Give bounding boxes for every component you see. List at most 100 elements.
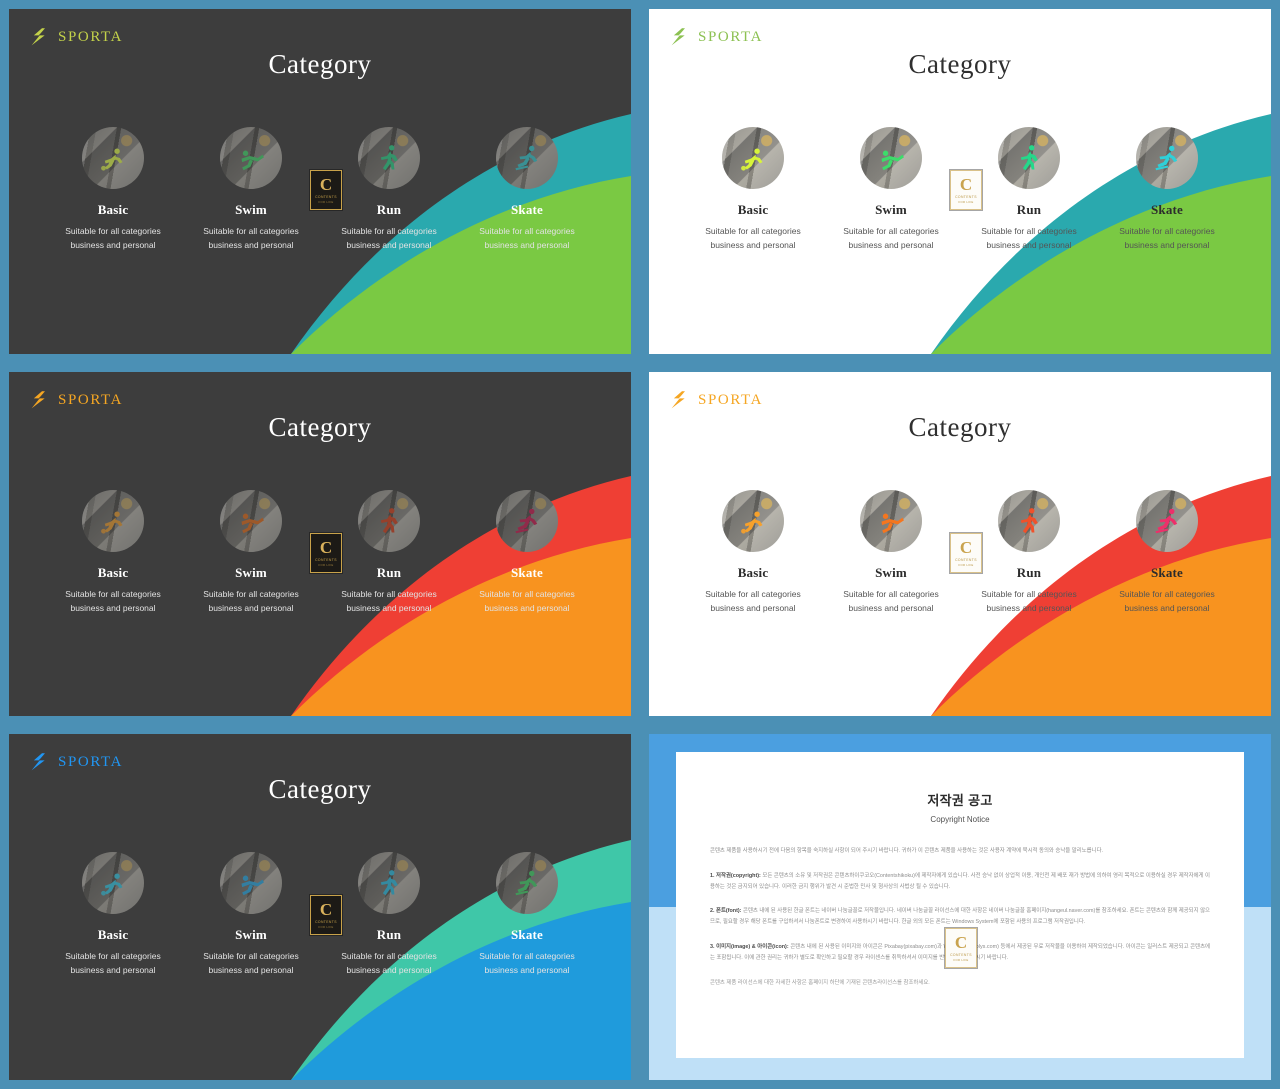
slide-1[interactable]: SPORTA Category Basic Suitable for all c… xyxy=(0,0,640,363)
category-card[interactable]: Run Suitable for all categories business… xyxy=(329,490,449,616)
badge-line2: FOR LIFE xyxy=(958,563,974,567)
slide-2-contents-badge: C CONTENTS FOR LIFE xyxy=(950,170,982,210)
paragraph-text: 콘텐츠 제품 라이선스에 대한 자세한 사항은 홈페이지 하단에 기재된 콘텐츠… xyxy=(710,979,930,986)
card-title: Basic xyxy=(737,565,769,580)
badge-letter: C xyxy=(954,933,968,952)
category-card[interactable]: Swim Suitable for all categories busines… xyxy=(831,127,951,253)
brand-logo[interactable]: SPORTA xyxy=(671,390,763,410)
category-card[interactable]: Run Suitable for all categories business… xyxy=(969,490,1089,616)
brand-name: SPORTA xyxy=(58,391,124,408)
category-card[interactable]: Run Suitable for all categories business… xyxy=(329,852,449,978)
category-card[interactable]: Swim Suitable for all categories busines… xyxy=(191,852,311,978)
card-description: Suitable for all categories business and… xyxy=(479,589,575,613)
slide-2[interactable]: SPORTA Category Basic Suitable for all c… xyxy=(640,0,1280,363)
category-card[interactable]: Basic Suitable for all categories busine… xyxy=(693,490,813,616)
card-description: Suitable for all categories business and… xyxy=(479,951,575,975)
slide-6[interactable]: 저작권 공고 Copyright Notice 콘텐츠 제품을 사용하시기 전에… xyxy=(640,725,1280,1089)
slide-5-contents-badge: C CONTENTS FOR LIFE xyxy=(310,895,342,935)
brand-logo[interactable]: SPORTA xyxy=(31,390,123,410)
paragraph-lead: 1. 저작권(copyright): xyxy=(710,872,761,879)
card-title: Swim xyxy=(235,202,267,217)
card-description: Suitable for all categories business and… xyxy=(705,226,801,250)
card-description: Suitable for all categories business and… xyxy=(65,589,161,613)
slide-title: Category xyxy=(268,49,372,79)
badge-line1: CONTENTS xyxy=(315,195,337,199)
brand-logo[interactable]: SPORTA xyxy=(31,27,123,47)
category-card[interactable]: Skate Suitable for all categories busine… xyxy=(1107,490,1227,616)
card-description: Suitable for all categories business and… xyxy=(341,226,437,250)
card-title: Basic xyxy=(97,927,129,942)
slide-deck-grid: SPORTA Category Basic Suitable for all c… xyxy=(0,0,1280,1089)
card-title: Swim xyxy=(235,927,267,942)
card-title: Run xyxy=(376,565,402,580)
card-title: Skate xyxy=(1150,565,1184,580)
card-title: Basic xyxy=(97,202,129,217)
card-description: Suitable for all categories business and… xyxy=(1119,589,1215,613)
brand-name: SPORTA xyxy=(58,753,124,770)
card-description: Suitable for all categories business and… xyxy=(203,951,299,975)
badge-letter: C xyxy=(959,175,973,194)
slide-title: Category xyxy=(268,412,372,442)
slide-3[interactable]: SPORTA Category Basic Suitable for all c… xyxy=(0,363,640,725)
card-description: Suitable for all categories business and… xyxy=(981,589,1077,613)
runner-circle-image xyxy=(998,127,1060,189)
runner-circle-image xyxy=(358,852,420,914)
category-card[interactable]: Basic Suitable for all categories busine… xyxy=(693,127,813,253)
brand-name: SPORTA xyxy=(58,28,124,45)
badge-letter: C xyxy=(959,538,973,557)
category-card[interactable]: Skate Suitable for all categories busine… xyxy=(467,852,587,978)
category-card[interactable]: Basic Suitable for all categories busine… xyxy=(53,852,173,978)
category-card[interactable]: Run Suitable for all categories business… xyxy=(329,127,449,253)
bolt-icon xyxy=(31,390,49,410)
bolt-icon xyxy=(671,390,689,410)
skater-circle-image xyxy=(496,852,558,914)
badge-letter: C xyxy=(319,175,333,194)
category-card[interactable]: Swim Suitable for all categories busines… xyxy=(831,490,951,616)
category-card[interactable]: Swim Suitable for all categories busines… xyxy=(191,127,311,253)
category-card[interactable]: Run Suitable for all categories business… xyxy=(969,127,1089,253)
card-title: Skate xyxy=(510,202,544,217)
badge-line2: FOR LIFE xyxy=(953,958,969,962)
copyright-document: 저작권 공고 Copyright Notice 콘텐츠 제품을 사용하시기 전에… xyxy=(676,752,1244,1058)
category-card[interactable]: Basic Suitable for all categories busine… xyxy=(53,490,173,616)
paragraph-text: 콘텐츠 내에 된 사용된 한글 폰트는 네이버 나눔글꼴로 저작물입니다. 네이… xyxy=(710,908,1210,926)
copyright-paragraph: 콘텐츠 제품 라이선스에 대한 자세한 사항은 홈페이지 하단에 기재된 콘텐츠… xyxy=(710,978,1210,989)
brand-name: SPORTA xyxy=(698,391,764,408)
copyright-paragraph: 2. 폰트(font): 콘텐츠 내에 된 사용된 한글 폰트는 네이버 나눔글… xyxy=(710,906,1210,928)
slide-3-contents-badge: C CONTENTS FOR LIFE xyxy=(310,533,342,573)
bolt-icon xyxy=(31,27,49,47)
badge-line1: CONTENTS xyxy=(315,558,337,562)
category-card[interactable]: Skate Suitable for all categories busine… xyxy=(1107,127,1227,253)
card-title: Run xyxy=(1016,202,1042,217)
category-card[interactable]: Basic Suitable for all categories busine… xyxy=(53,127,173,253)
bolt-icon xyxy=(671,27,689,47)
category-card[interactable]: Swim Suitable for all categories busines… xyxy=(191,490,311,616)
card-description: Suitable for all categories business and… xyxy=(479,226,575,250)
card-title: Skate xyxy=(510,565,544,580)
swimmer-circle-image xyxy=(220,127,282,189)
copyright-paragraph: 1. 저작권(copyright): 모든 콘텐츠의 소유 및 저작권은 콘텐츠… xyxy=(710,871,1210,893)
badge-line1: CONTENTS xyxy=(955,558,977,562)
runner-circle-image xyxy=(358,490,420,552)
category-card[interactable]: Skate Suitable for all categories busine… xyxy=(467,127,587,253)
slide-5[interactable]: SPORTA Category Basic Suitable for all c… xyxy=(0,725,640,1089)
card-description: Suitable for all categories business and… xyxy=(65,951,161,975)
slide-4[interactable]: SPORTA Category Basic Suitable for all c… xyxy=(640,363,1280,725)
card-description: Suitable for all categories business and… xyxy=(341,589,437,613)
card-title: Swim xyxy=(875,565,907,580)
runner-circle-image xyxy=(358,127,420,189)
skater-circle-image xyxy=(1136,490,1198,552)
swimmer-circle-image xyxy=(860,490,922,552)
category-card[interactable]: Skate Suitable for all categories busine… xyxy=(467,490,587,616)
card-description: Suitable for all categories business and… xyxy=(203,226,299,250)
swimmer-circle-image xyxy=(220,852,282,914)
brand-logo[interactable]: SPORTA xyxy=(671,27,763,47)
card-title: Basic xyxy=(97,565,129,580)
runner-circle-image xyxy=(998,490,1060,552)
slide-title: Category xyxy=(908,412,1012,442)
brand-logo[interactable]: SPORTA xyxy=(31,752,123,772)
slide-6-contents-badge: C CONTENTS FOR LIFE xyxy=(945,928,977,968)
copyright-title-ko: 저작권 공고 xyxy=(927,793,993,808)
card-description: Suitable for all categories business and… xyxy=(843,589,939,613)
skater-circle-image xyxy=(1136,127,1198,189)
